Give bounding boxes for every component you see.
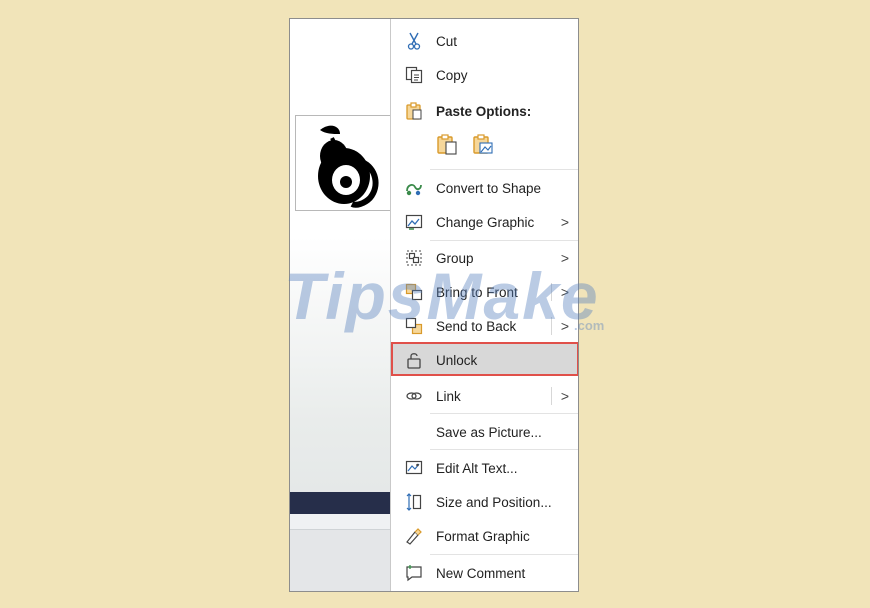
navy-band [290, 492, 392, 514]
menu-item-save-as-picture[interactable]: Save as Picture... [391, 416, 578, 448]
menu-item-edit-alt-text[interactable]: Edit Alt Text... [391, 452, 578, 484]
menu-item-format-graphic[interactable]: Format Graphic [391, 520, 578, 552]
menu-label: New Comment [436, 565, 526, 581]
menu-label: Cut [436, 33, 458, 49]
menu-label: Change Graphic [436, 214, 535, 230]
menu-separator [430, 554, 578, 555]
submenu-arrow-icon: > [560, 214, 569, 230]
menu-label: Copy [436, 67, 468, 83]
menu-item-change-graphic[interactable]: Change Graphic > [391, 206, 578, 238]
unlock-icon [405, 351, 423, 369]
selected-graphic[interactable] [295, 115, 393, 211]
menu-item-size-and-position[interactable]: Size and Position... [391, 486, 578, 518]
menu-label: Bring to Front [436, 284, 518, 300]
size-position-icon [405, 493, 423, 511]
menu-label: Group [436, 250, 474, 266]
split-divider [551, 317, 552, 335]
link-icon [405, 387, 423, 405]
menu-item-new-comment[interactable]: New Comment [391, 557, 578, 589]
gray-area [290, 530, 392, 591]
comment-icon [405, 564, 423, 582]
menu-item-send-to-back[interactable]: Send to Back > [391, 310, 578, 342]
menu-item-link[interactable]: Link > [391, 380, 578, 412]
split-divider [551, 283, 552, 301]
send-to-back-icon [405, 317, 423, 335]
paste-keep-formatting-icon[interactable] [436, 133, 458, 155]
menu-label: Unlock [436, 352, 478, 368]
menu-item-convert-to-shape[interactable]: Convert to Shape [391, 172, 578, 204]
menu-separator [430, 169, 578, 170]
paste-picture-icon[interactable] [472, 133, 494, 155]
avocado-icon [318, 125, 379, 208]
menu-label: Convert to Shape [436, 180, 542, 196]
paste-options-row [436, 133, 494, 155]
menu-label: Send to Back [436, 318, 517, 334]
copy-icon [405, 66, 423, 84]
menu-label: Edit Alt Text... [436, 460, 518, 476]
scissors-icon [405, 32, 423, 50]
submenu-arrow-icon: > [560, 318, 569, 334]
menu-item-group[interactable]: Group > [391, 242, 578, 274]
menu-label: Size and Position... [436, 494, 552, 510]
menu-label: Save as Picture... [436, 424, 542, 440]
menu-label: Paste Options: [436, 103, 532, 119]
screenshot-window: Cut Copy Paste Options: Convert to Shape… [289, 18, 579, 592]
document-canvas [290, 19, 393, 591]
menu-item-cut[interactable]: Cut [391, 25, 578, 57]
submenu-arrow-icon: > [560, 250, 569, 266]
menu-item-unlock[interactable]: Unlock [391, 342, 578, 376]
menu-label: Link [436, 388, 461, 404]
change-graphic-icon [405, 213, 423, 231]
split-divider [551, 387, 552, 405]
submenu-arrow-icon: > [560, 388, 569, 404]
submenu-arrow-icon: > [560, 284, 569, 300]
alt-text-icon [405, 459, 423, 477]
menu-item-bring-to-front[interactable]: Bring to Front > [391, 276, 578, 308]
group-icon [405, 249, 423, 267]
context-menu: Cut Copy Paste Options: Convert to Shape… [390, 19, 578, 591]
convert-shape-icon [405, 179, 423, 197]
menu-item-copy[interactable]: Copy [391, 59, 578, 91]
light-band [290, 514, 392, 530]
bring-to-front-icon [405, 283, 423, 301]
menu-separator [430, 413, 578, 414]
menu-label: Format Graphic [436, 528, 530, 544]
menu-separator [430, 240, 578, 241]
unlock-row: Unlock [391, 344, 578, 376]
clipboard-icon [405, 102, 423, 120]
menu-separator [430, 449, 578, 450]
format-brush-icon [405, 527, 423, 545]
menu-item-paste-options: Paste Options: [391, 95, 578, 127]
